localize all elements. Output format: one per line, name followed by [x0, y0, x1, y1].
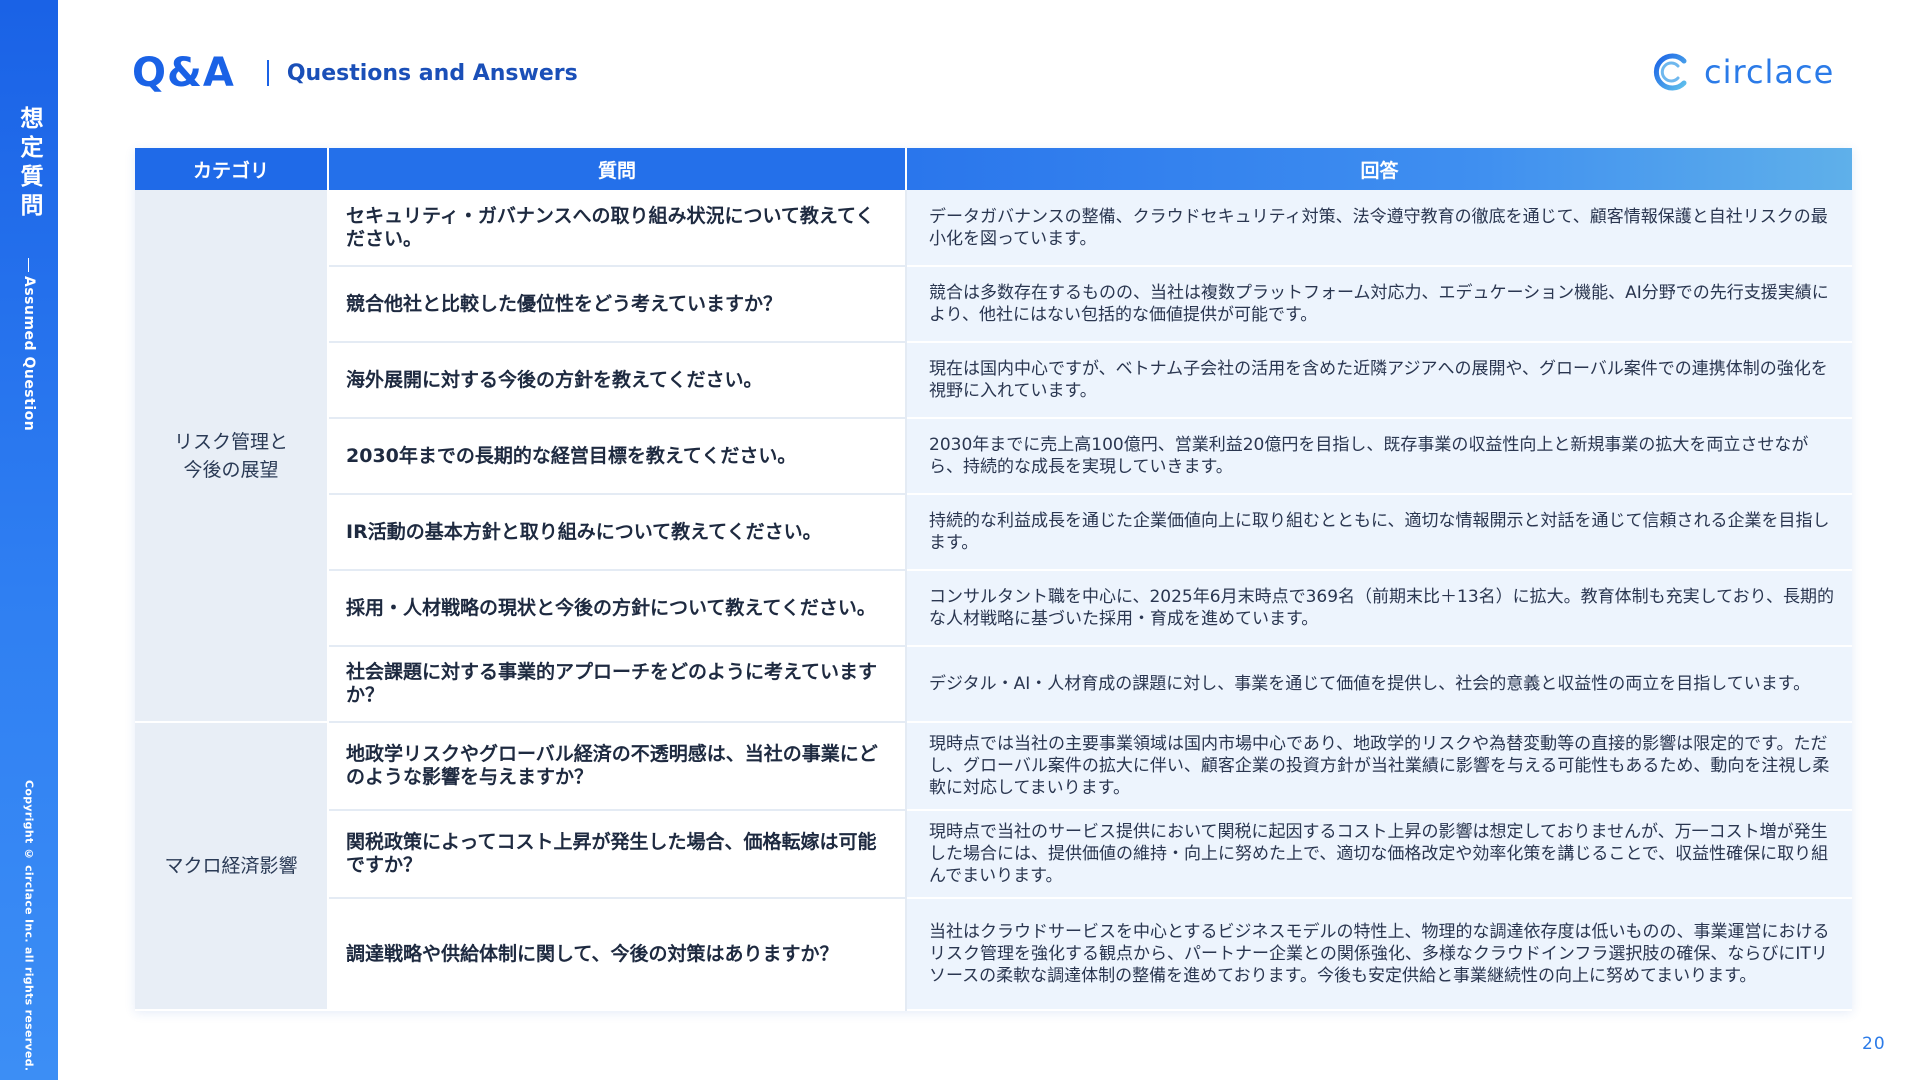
- answer-cell: 2030年までに売上高100億円、営業利益20億円を目指し、既存事業の収益性向上…: [906, 418, 1852, 495]
- sidebar-divider: [28, 258, 29, 272]
- qa-table: カテゴリ 質問 回答 リスク管理と 今後の展望 セキュリティ・ガバナンスへの取り…: [135, 148, 1852, 1011]
- answer-cell: 持続的な利益成長を通じた企業価値向上に取り組むとともに、適切な情報開示と対話を通…: [906, 494, 1852, 571]
- title-divider: [266, 60, 269, 86]
- category-label: マクロ経済影響: [164, 855, 298, 877]
- category-label: リスク管理と: [173, 430, 288, 453]
- category-cell-macro: マクロ経済影響: [135, 722, 329, 1011]
- sidebar: 想定質問 Assumed Question Copyright © circla…: [0, 0, 58, 1080]
- qa-table-container: カテゴリ 質問 回答 リスク管理と 今後の展望 セキュリティ・ガバナンスへの取り…: [135, 148, 1852, 1011]
- table-row: マクロ経済影響 地政学リスクやグローバル経済の不透明感は、当社の事業にどのような…: [135, 722, 1852, 1011]
- question-cell: 競合他社と比較した優位性をどう考えていますか？: [328, 266, 907, 343]
- question-cell: 地政学リスクやグローバル経済の不透明感は、当社の事業にどのような影響を与えますか…: [328, 722, 907, 811]
- question-cell: 採用・人材戦略の現状と今後の方針について教えてください。: [328, 570, 907, 647]
- category-cell-risk: リスク管理と 今後の展望: [135, 190, 329, 723]
- table-row: 関税政策によってコスト上昇が発生した場合、価格転嫁は可能ですか？ 現時点で当社の…: [135, 810, 1852, 899]
- category-label: 今後の展望: [183, 458, 279, 481]
- question-cell: 2030年までの長期的な経営目標を教えてください。: [328, 418, 907, 495]
- question-cell: 社会課題に対する事業的アプローチをどのように考えていますか？: [328, 646, 907, 723]
- question-cell: セキュリティ・ガバナンスへの取り組み状況について教えてください。: [328, 190, 907, 267]
- header-category: カテゴリ: [135, 148, 329, 190]
- table-row: 社会課題に対する事業的アプローチをどのように考えていますか？ デジタル・AI・人…: [135, 646, 1852, 723]
- question-cell: IR活動の基本方針と取り組みについて教えてください。: [328, 494, 907, 571]
- answer-cell: デジタル・AI・人材育成の課題に対し、事業を通じて価値を提供し、社会的意義と収益…: [906, 646, 1852, 723]
- answer-cell: データガバナンスの整備、クラウドセキュリティ対策、法令遵守教育の徹底を通じて、顧…: [906, 190, 1852, 267]
- slide: 想定質問 Assumed Question Copyright © circla…: [0, 0, 1920, 1080]
- brand-logo: circlace: [1652, 52, 1834, 92]
- question-cell: 関税政策によってコスト上昇が発生した場合、価格転嫁は可能ですか？: [328, 810, 907, 899]
- sidebar-title: 想定質問: [16, 106, 42, 222]
- page-subtitle: Questions and Answers: [286, 60, 578, 86]
- circlace-logo-icon: [1653, 53, 1687, 91]
- table-row: リスク管理と 今後の展望 セキュリティ・ガバナンスへの取り組み状況について教えて…: [135, 190, 1852, 723]
- copyright-text: Copyright © circlace Inc. all rights res…: [22, 780, 36, 1072]
- answer-cell: 現時点では当社の主要事業領域は国内市場中心であり、地政学的リスクや為替変動等の直…: [906, 722, 1852, 811]
- sidebar-subtitle: Assumed Question: [21, 276, 37, 432]
- table-header-row: カテゴリ 質問 回答: [135, 148, 1852, 190]
- answer-cell: 競合は多数存在するものの、当社は複数プラットフォーム対応力、エデュケーション機能…: [906, 266, 1852, 343]
- table-row: 採用・人材戦略の現状と今後の方針について教えてください。 コンサルタント職を中心…: [135, 570, 1852, 647]
- question-cell: 調達戦略や供給体制に関して、今後の対策はありますか？: [328, 898, 907, 1010]
- table-row: 2030年までの長期的な経営目標を教えてください。 2030年までに売上高100…: [135, 418, 1852, 495]
- answer-cell: コンサルタント職を中心に、2025年6月末時点で369名（前期末比＋13名）に拡…: [906, 570, 1852, 647]
- page-title: Q&A: [132, 50, 235, 96]
- table-row: 競合他社と比較した優位性をどう考えていますか？ 競合は多数存在するものの、当社は…: [135, 266, 1852, 343]
- page-header: Q&A Questions and Answers: [132, 48, 578, 98]
- answer-cell: 現在は国内中心ですが、ベトナム子会社の活用を含めた近隣アジアへの展開や、グローバ…: [906, 342, 1852, 419]
- logo-text: circlace: [1704, 53, 1835, 91]
- table-row: IR活動の基本方針と取り組みについて教えてください。 持続的な利益成長を通じた企…: [135, 494, 1852, 571]
- page-number: 20: [1862, 1034, 1886, 1054]
- header-question: 質問: [328, 148, 907, 190]
- answer-cell: 当社はクラウドサービスを中心とするビジネスモデルの特性上、物理的な調達依存度は低…: [906, 898, 1852, 1011]
- table-row: 海外展開に対する今後の方針を教えてください。 現在は国内中心ですが、ベトナム子会…: [135, 342, 1852, 419]
- table-row: 調達戦略や供給体制に関して、今後の対策はありますか？ 当社はクラウドサービスを中…: [135, 898, 1852, 1011]
- question-cell: 海外展開に対する今後の方針を教えてください。: [328, 342, 907, 419]
- header-answer: 回答: [906, 148, 1852, 190]
- answer-cell: 現時点で当社のサービス提供において関税に起因するコスト上昇の影響は想定しておりま…: [906, 810, 1852, 899]
